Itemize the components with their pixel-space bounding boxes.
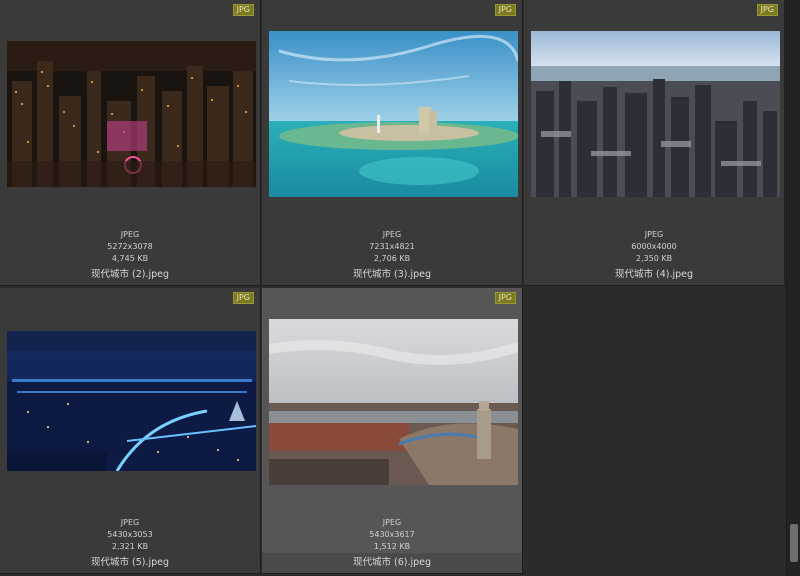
file-name: 现代城市 (5).jpeg [90, 557, 170, 568]
file-type-badge: JPG [232, 292, 254, 304]
file-type-badge: JPG [756, 4, 778, 16]
thumbnail-tile[interactable]: JPG [524, 0, 785, 286]
file-format: JPEG [382, 518, 402, 527]
thumbnail-tile[interactable]: JPG JPEG 5430x3053 2,321 KB 现代城市 (5).jpe… [0, 288, 261, 574]
file-dimensions: 6000x4000 [631, 242, 677, 251]
vertical-scrollbar[interactable] [786, 0, 800, 576]
file-size: 1,512 KB [373, 542, 411, 551]
file-format: JPEG [382, 230, 402, 239]
file-dimensions: 7231x4821 [369, 242, 415, 251]
file-info: JPEG 6000x4000 2,350 KB [524, 229, 784, 265]
thumbnail-tile[interactable]: JPG [0, 0, 261, 286]
file-dimensions: 5272x3078 [107, 242, 153, 251]
file-format: JPEG [120, 518, 140, 527]
file-info: JPEG 7231x4821 2,706 KB [262, 229, 522, 265]
file-name: 现代城市 (2).jpeg [90, 269, 170, 280]
thumbnail-image-tower-bridge [269, 319, 518, 485]
file-size: 4,745 KB [111, 254, 149, 263]
thumbnail-grid: JPG JPEG 5272x3078 4,745 KB 现代城市 (2).jpe… [0, 0, 786, 576]
file-type-badge: JPG [494, 4, 516, 16]
file-info: JPEG 5272x3078 4,745 KB [0, 229, 260, 265]
file-size: 2,350 KB [635, 254, 673, 263]
file-format: JPEG [644, 230, 664, 239]
file-size: 2,321 KB [111, 542, 149, 551]
file-name: 现代城市 (3).jpeg [352, 269, 432, 280]
file-name: 现代城市 (6).jpeg [262, 553, 522, 573]
file-dimensions: 5430x3053 [107, 530, 153, 539]
thumbnail-tile[interactable]: JPG [262, 0, 523, 286]
file-info: JPEG 5430x3617 1,512 KB [262, 517, 522, 553]
thumbnail-tile-selected[interactable]: JPG JPEG 5430x3617 1,512 KB 现代城市 (6).jpe… [262, 288, 523, 574]
file-type-badge: JPG [232, 4, 254, 16]
thumbnail-image-skyline [531, 31, 780, 197]
file-dimensions: 5430x3617 [369, 530, 415, 539]
file-info: JPEG 5430x3053 2,321 KB [0, 517, 260, 553]
thumbnail-image-island-resort [269, 31, 518, 197]
file-type-badge: JPG [494, 292, 516, 304]
scrollbar-thumb[interactable] [790, 524, 798, 562]
file-name: 现代城市 (4).jpeg [614, 269, 694, 280]
file-format: JPEG [120, 230, 140, 239]
thumbnail-image-blue-night-city [7, 331, 256, 471]
file-size: 2,706 KB [373, 254, 411, 263]
thumbnail-image-night-city [7, 41, 256, 187]
